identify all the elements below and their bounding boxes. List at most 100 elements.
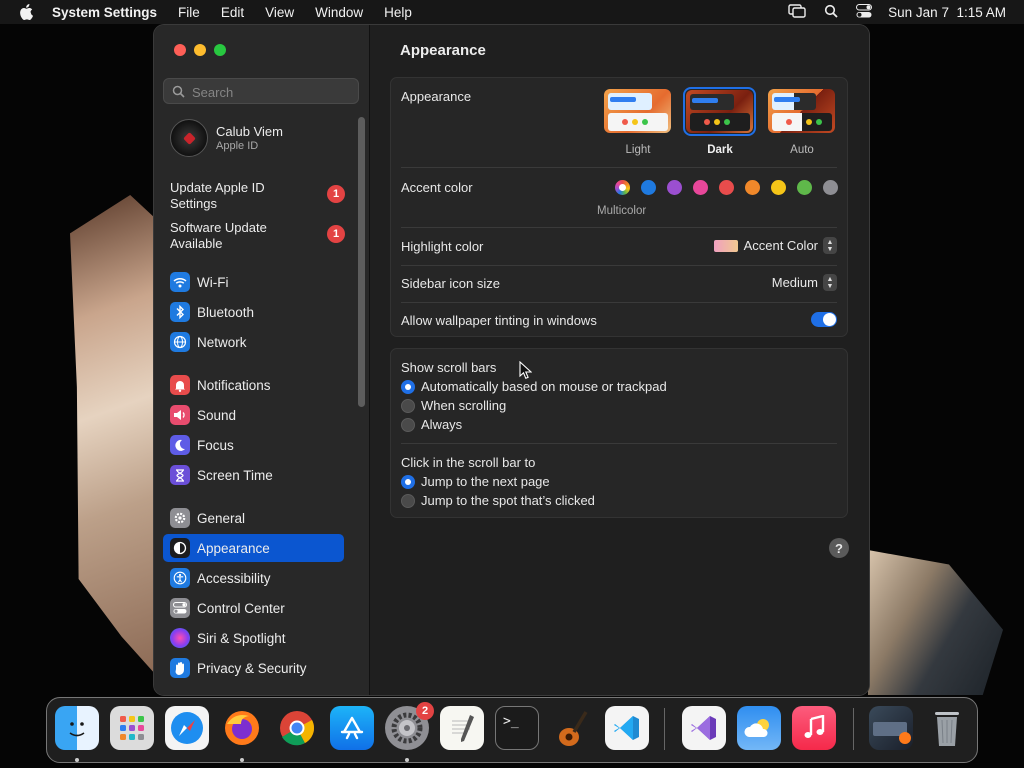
- chrome-icon[interactable]: [275, 706, 319, 750]
- appearance-option-dark[interactable]: [686, 90, 753, 133]
- wallpaper-fragment-left: [70, 195, 156, 675]
- wallpaper-tinting-toggle[interactable]: [811, 312, 837, 327]
- globe-icon: [170, 332, 190, 352]
- appearance-option-label-selected: Dark: [707, 144, 733, 156]
- downloads-stack-icon[interactable]: [869, 706, 913, 750]
- accent-pink-swatch[interactable]: [693, 180, 708, 195]
- firefox-icon[interactable]: [220, 706, 264, 750]
- screen-mirroring-icon[interactable]: [788, 3, 806, 21]
- accent-blue-swatch[interactable]: [641, 180, 656, 195]
- radio-button[interactable]: [401, 379, 415, 394]
- weather-icon[interactable]: [737, 706, 781, 750]
- radio-button[interactable]: [401, 417, 415, 432]
- hand-icon: [170, 658, 190, 678]
- radio-label: Always: [421, 417, 463, 432]
- sidebar-item-screen-time[interactable]: Screen Time: [163, 461, 344, 489]
- highlight-color-value: Accent Color: [743, 238, 818, 253]
- accent-red-swatch[interactable]: [719, 180, 734, 195]
- app-store-icon[interactable]: [330, 706, 374, 750]
- music-icon[interactable]: [792, 706, 836, 750]
- account-subtitle: Apple ID: [216, 140, 259, 152]
- help-button[interactable]: ?: [829, 538, 849, 558]
- jump-to-spot-radio[interactable]: Jump to the spot that’s clicked: [401, 493, 595, 508]
- chevron-up-down-icon: ▲ ▼: [823, 274, 837, 291]
- menu-app-name[interactable]: System Settings: [52, 5, 157, 20]
- menu-edit[interactable]: Edit: [221, 5, 244, 20]
- minimize-window-button[interactable]: [194, 44, 206, 56]
- apple-menu-icon[interactable]: [18, 4, 34, 20]
- launchpad-icon[interactable]: [110, 706, 154, 750]
- chevron-up-down-icon: ▲ ▼: [823, 237, 837, 254]
- sidebar-item-label: Screen Time: [197, 467, 273, 483]
- sidebar-item-network[interactable]: Network: [163, 328, 344, 356]
- menu-help[interactable]: Help: [384, 5, 412, 20]
- radio-button[interactable]: [401, 474, 415, 489]
- garageband-icon[interactable]: [550, 706, 594, 750]
- search-input[interactable]: [190, 82, 354, 102]
- update-apple-id-notice[interactable]: Update Apple ID Settings 1: [170, 180, 345, 214]
- vscode-icon[interactable]: [605, 706, 649, 750]
- close-window-button[interactable]: [174, 44, 186, 56]
- sidebar-item-siri-spotlight[interactable]: Siri & Spotlight: [163, 624, 344, 652]
- textedit-icon[interactable]: [440, 706, 484, 750]
- divider: [401, 302, 837, 303]
- scroll-bars-always-radio[interactable]: Always: [401, 417, 462, 432]
- sidebar-item-accessibility[interactable]: Accessibility: [163, 564, 344, 592]
- accent-graphite-swatch[interactable]: [823, 180, 838, 195]
- scroll-bars-auto-radio[interactable]: Automatically based on mouse or trackpad: [401, 379, 667, 394]
- notice-label: Settings: [170, 196, 217, 211]
- menu-window[interactable]: Window: [315, 5, 363, 20]
- menu-file[interactable]: File: [178, 5, 200, 20]
- appearance-option-label: Auto: [790, 144, 814, 156]
- menu-bar: System Settings File Edit View Window He…: [0, 0, 1024, 24]
- radio-button[interactable]: [401, 398, 415, 413]
- accent-multicolor-swatch[interactable]: [615, 180, 630, 195]
- sidebar-item-focus[interactable]: Focus: [163, 431, 344, 459]
- bell-icon: [170, 375, 190, 395]
- sidebar-scrollbar-thumb[interactable]: [358, 117, 365, 407]
- search-field[interactable]: [163, 78, 359, 104]
- accent-green-swatch[interactable]: [797, 180, 812, 195]
- sidebar-item-notifications[interactable]: Notifications: [163, 371, 344, 399]
- accent-orange-swatch[interactable]: [745, 180, 760, 195]
- highlight-color-swatch: [713, 239, 738, 252]
- notification-badge: 1: [327, 185, 345, 203]
- visual-studio-icon[interactable]: [682, 706, 726, 750]
- sidebar-icon-size-label: Sidebar icon size: [401, 276, 500, 291]
- sidebar-icon-size-popup[interactable]: Medium ▲ ▼: [772, 274, 837, 291]
- sidebar-item-wifi[interactable]: Wi-Fi: [163, 268, 344, 296]
- sidebar-item-appearance[interactable]: Appearance: [163, 534, 344, 562]
- dock: 2 >_: [46, 697, 978, 763]
- highlight-color-popup[interactable]: Accent Color ▲ ▼: [713, 237, 837, 254]
- menu-datetime[interactable]: Sun Jan 7 1:15 AM: [888, 5, 1006, 20]
- sidebar: Calub Viem Apple ID Update Apple ID Sett…: [154, 25, 370, 695]
- accent-yellow-swatch[interactable]: [771, 180, 786, 195]
- appearance-pane: Appearance Appearance Light Dark Auto Ac…: [370, 25, 869, 695]
- radio-label: Jump to the next page: [421, 474, 550, 489]
- software-update-notice[interactable]: Software Update Available 1: [170, 220, 345, 254]
- sidebar-item-bluetooth[interactable]: Bluetooth: [163, 298, 344, 326]
- appearance-option-auto[interactable]: [768, 89, 835, 133]
- sidebar-scrollbar[interactable]: [358, 117, 365, 407]
- terminal-icon[interactable]: >_: [495, 706, 539, 750]
- sidebar-item-privacy-security[interactable]: Privacy & Security: [163, 654, 344, 682]
- accent-purple-swatch[interactable]: [667, 180, 682, 195]
- sidebar-item-sound[interactable]: Sound: [163, 401, 344, 429]
- menu-view[interactable]: View: [265, 5, 294, 20]
- apple-id-account[interactable]: Calub Viem Apple ID: [170, 119, 350, 159]
- spotlight-search-icon[interactable]: [824, 4, 838, 21]
- show-scroll-bars-label: Show scroll bars: [401, 360, 497, 375]
- trash-icon[interactable]: [925, 706, 969, 750]
- sidebar-item-general[interactable]: General: [163, 504, 344, 532]
- finder-icon[interactable]: [55, 706, 99, 750]
- jump-next-page-radio[interactable]: Jump to the next page: [401, 474, 550, 489]
- zoom-window-button[interactable]: [214, 44, 226, 56]
- appearance-option-light[interactable]: [604, 89, 671, 133]
- radio-button[interactable]: [401, 493, 415, 508]
- control-center-menu-icon[interactable]: [856, 3, 873, 21]
- scroll-bars-when-scrolling-radio[interactable]: When scrolling: [401, 398, 506, 413]
- sidebar-item-control-center[interactable]: Control Center: [163, 594, 344, 622]
- accent-color-label: Accent color: [401, 180, 473, 195]
- moon-icon: [170, 435, 190, 455]
- safari-icon[interactable]: [165, 706, 209, 750]
